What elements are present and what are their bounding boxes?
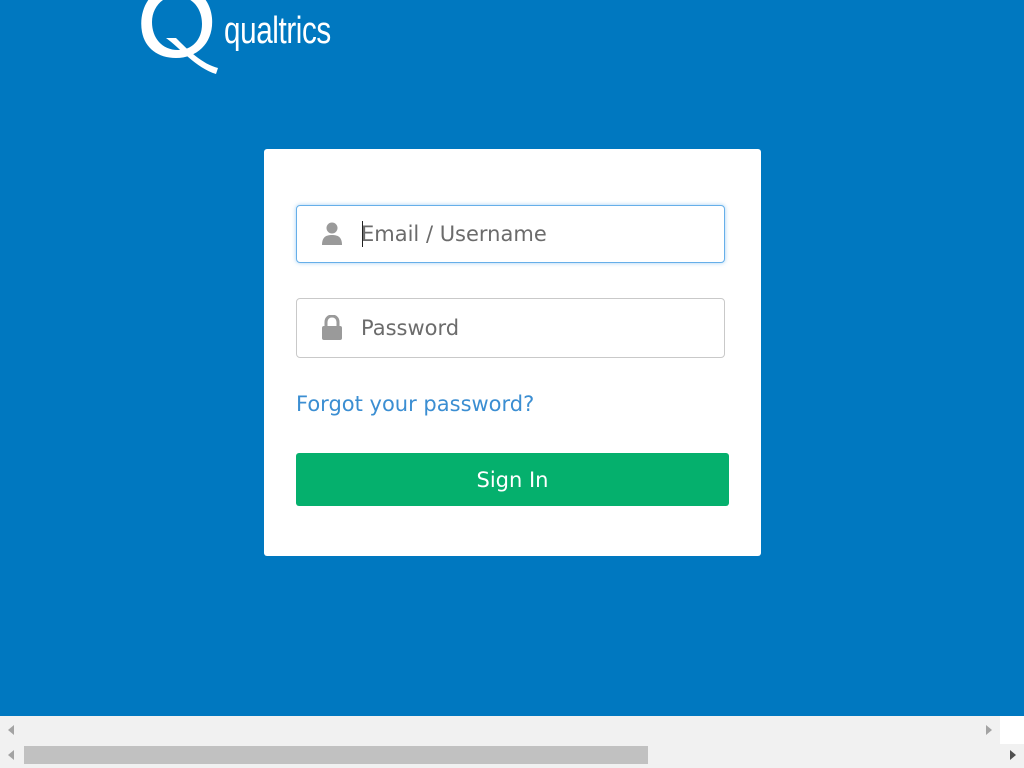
scroll-right-arrow-icon[interactable] [986,725,992,735]
brand-name: qualtrics [224,10,331,52]
scrollbar-thumb[interactable] [24,746,648,764]
email-field[interactable] [296,205,725,263]
scroll-right-arrow-icon[interactable] [1010,750,1016,760]
password-input[interactable] [361,299,711,357]
q-logo-mark [141,0,218,74]
login-card: Forgot your password? Sign In [264,149,761,556]
login-page: qualtrics Forgot your password? Sign In [0,0,1024,716]
lock-icon [322,315,342,340]
scrollbar-corner [1000,716,1024,744]
horizontal-scrollbar-track-upper [0,716,1000,744]
scroll-left-arrow-icon[interactable] [8,750,14,760]
password-field[interactable] [296,298,725,358]
forgot-password-link[interactable]: Forgot your password? [296,392,534,416]
text-caret [362,221,363,247]
qualtrics-logo: qualtrics [136,0,376,82]
user-icon [322,222,342,245]
scroll-left-arrow-icon[interactable] [8,725,14,735]
sign-in-button[interactable]: Sign In [296,453,729,506]
email-input[interactable] [361,206,711,262]
